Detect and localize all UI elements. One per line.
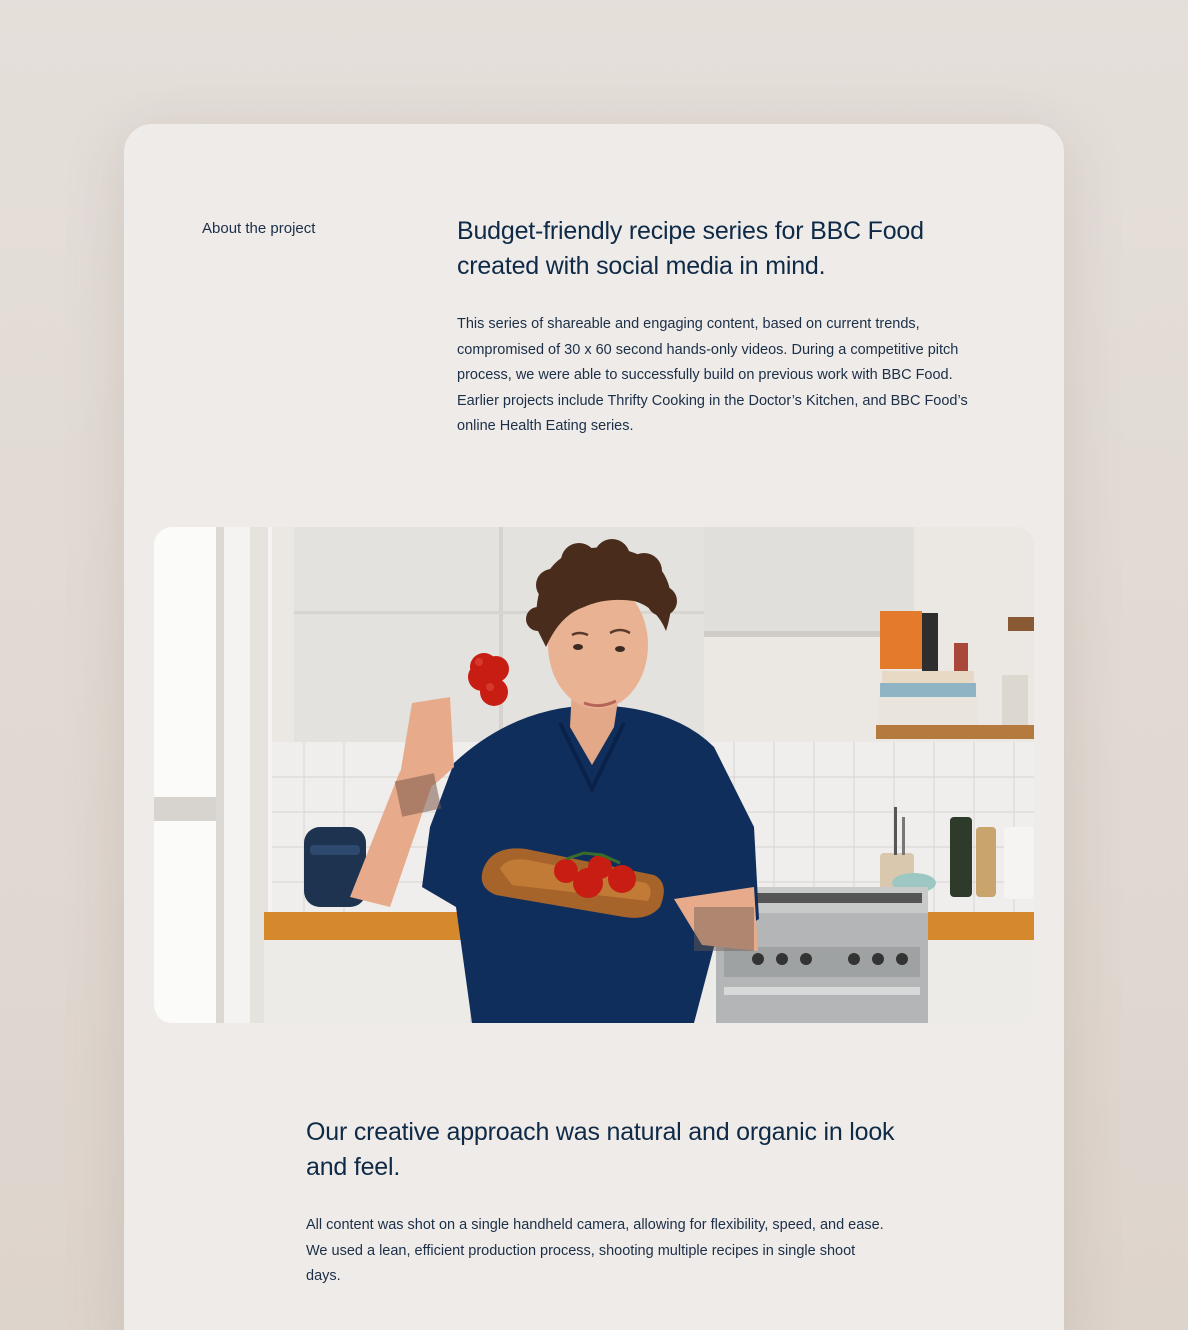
project-card: About the project Budget-friendly recipe…: [124, 124, 1064, 1330]
hero-image: [154, 527, 1034, 1023]
intro-body: This series of shareable and engaging co…: [457, 316, 968, 434]
approach-body: All content was shot on a single handhel…: [306, 1217, 884, 1284]
approach-heading: Our creative approach was natural and or…: [306, 1118, 895, 1181]
intro-heading: Budget-friendly recipe series for BBC Fo…: [457, 217, 924, 280]
section-label: About the project: [202, 220, 316, 237]
photo-chef-with-tomatoes-icon: [154, 527, 1034, 1023]
